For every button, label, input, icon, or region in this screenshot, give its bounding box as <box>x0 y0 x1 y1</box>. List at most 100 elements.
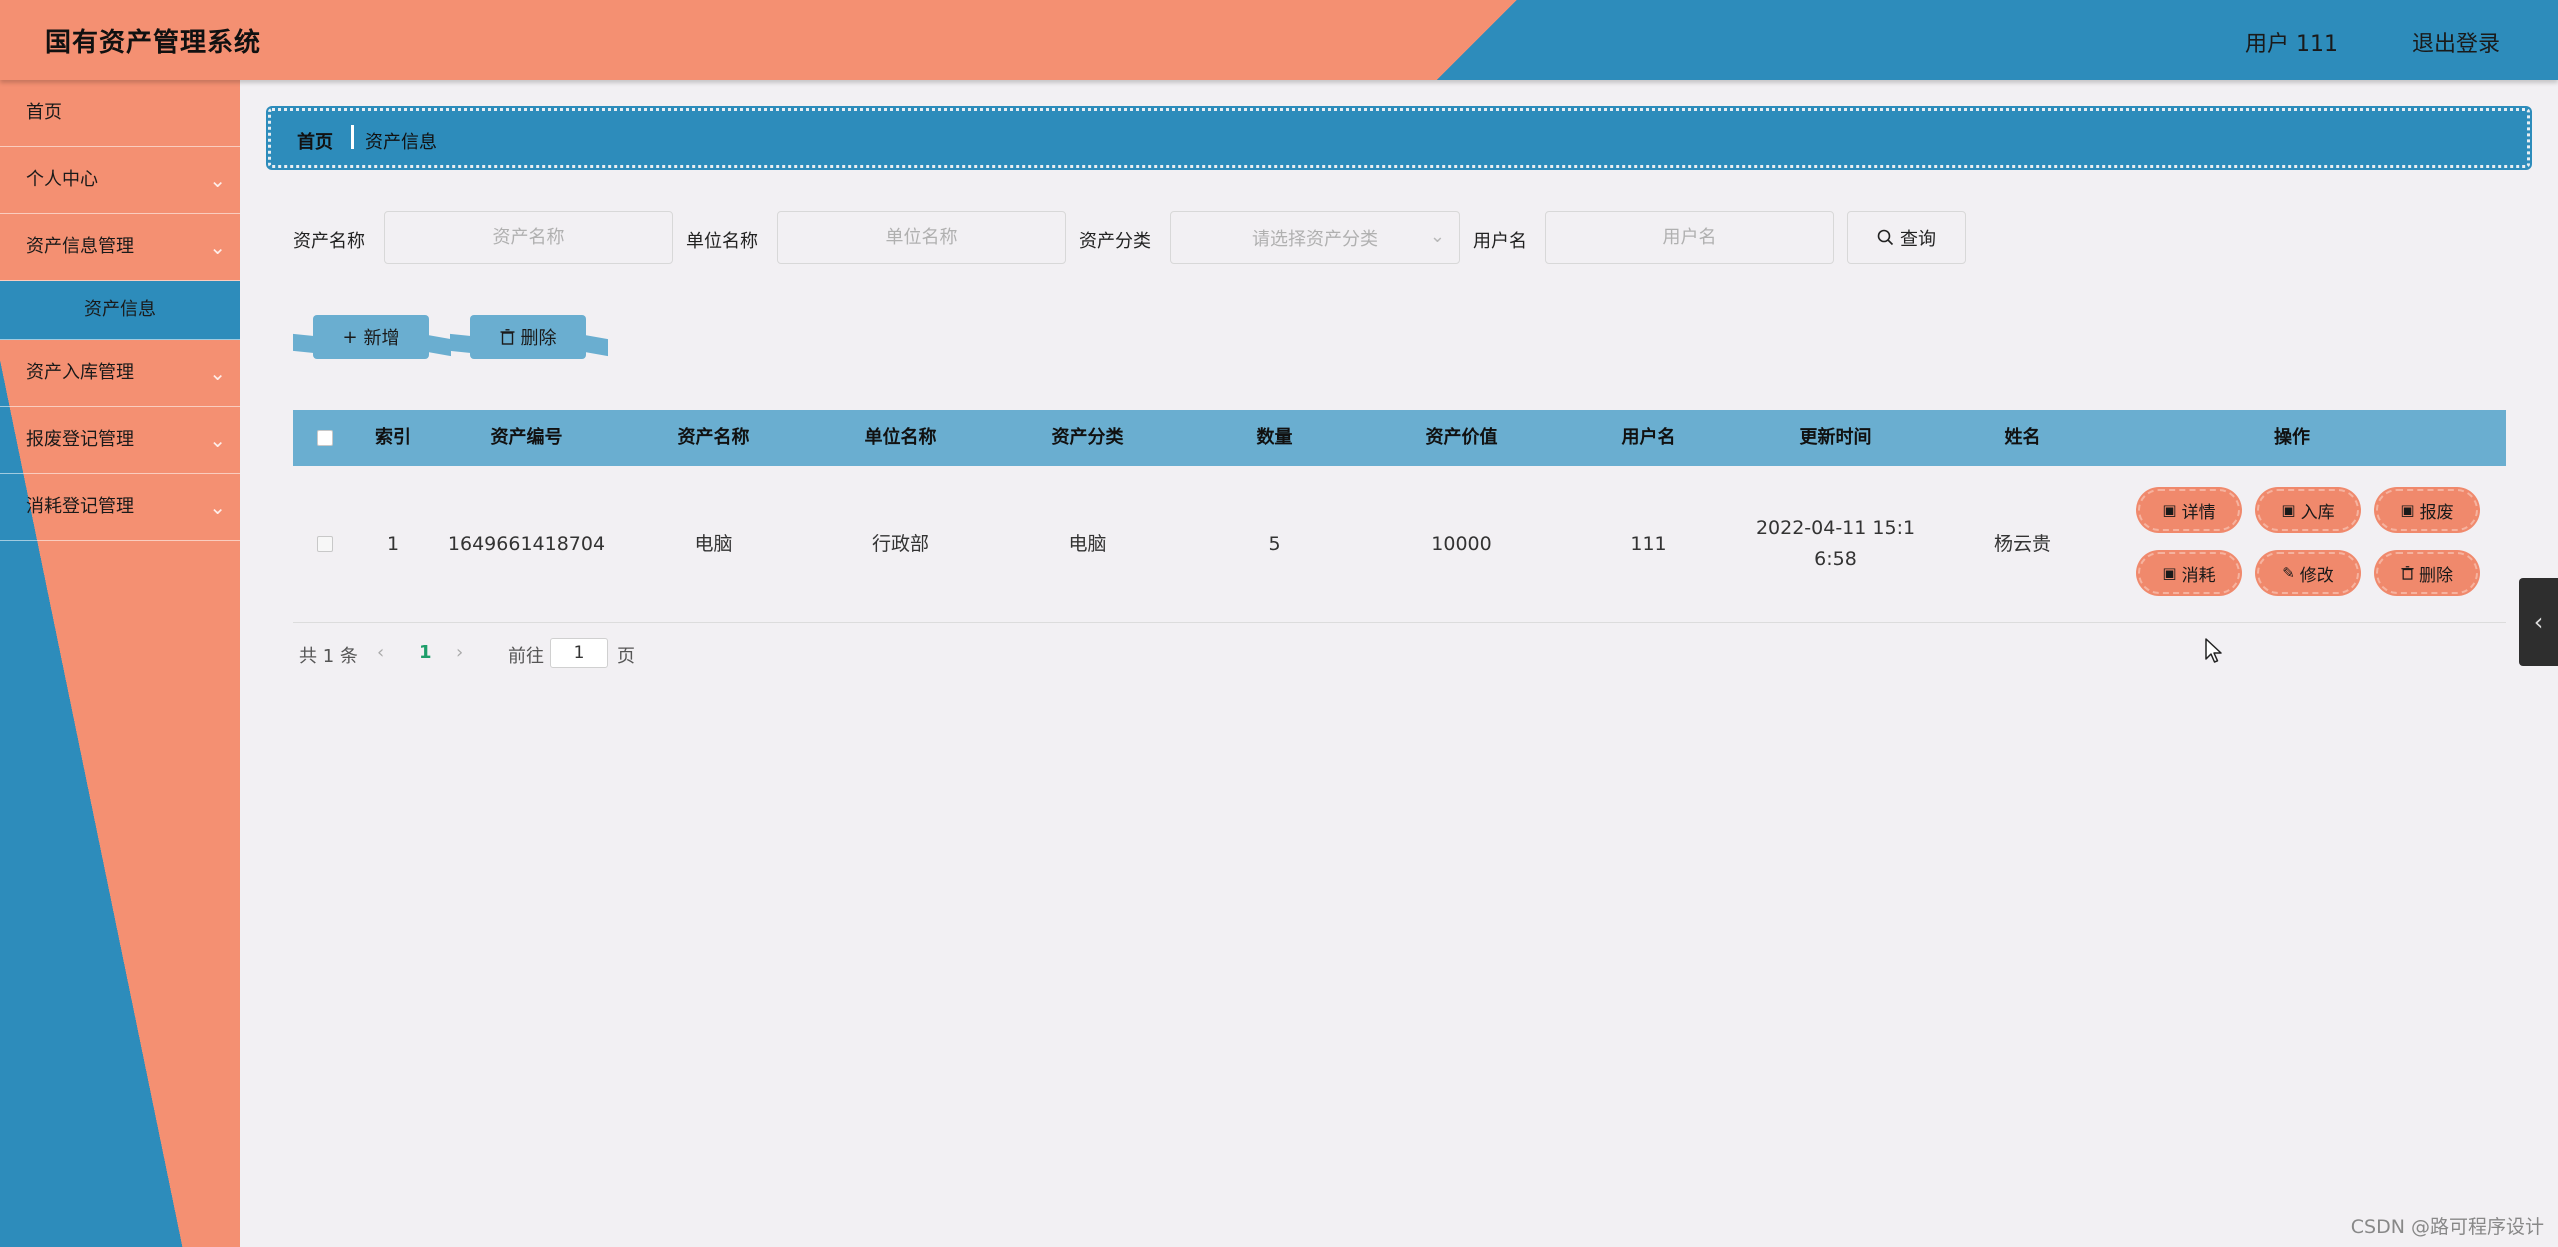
cell-username: 111 <box>1630 532 1667 555</box>
username-input[interactable] <box>1545 211 1834 264</box>
cell-name: 杨云贵 <box>1993 532 2051 555</box>
asset-table: 索引 资产编号 资产名称 单位名称 资产分类 数量 资产价值 用户名 更新时间 … <box>293 410 2506 623</box>
table-row: 1 1649661418704 电脑 行政部 电脑 5 10000 111 20… <box>293 466 2506 623</box>
cell-quantity: 5 <box>1268 532 1281 555</box>
next-page-icon[interactable]: › <box>456 642 463 663</box>
watermark: CSDN @路可程序设计 <box>2350 1216 2544 1238</box>
sidebar-item-label: 消耗登记管理 <box>26 496 134 517</box>
plus-icon: + <box>342 326 358 348</box>
column-header: 用户名 <box>1621 427 1676 448</box>
breadcrumb: 首页 资产信息 <box>268 108 2530 168</box>
batch-delete-button[interactable]: 删除 <box>470 315 586 359</box>
cell-index: 1 <box>386 532 400 555</box>
breadcrumb-home[interactable]: 首页 <box>297 128 333 154</box>
chevron-left-icon: ‹ <box>2533 608 2544 636</box>
scrap-button[interactable]: ▣ 报废 <box>2376 489 2478 531</box>
asset-name-label: 资产名称 <box>293 231 365 252</box>
column-header: 资产价值 <box>1425 427 1498 448</box>
consume-button-label: 消耗 <box>2181 565 2216 586</box>
current-user: 用户 111 <box>2245 32 2338 57</box>
query-button[interactable]: 查询 <box>1847 211 1966 264</box>
document-icon: ▣ <box>2281 501 2296 519</box>
chevron-down-icon: ⌄ <box>209 495 226 519</box>
trash-icon <box>2401 566 2414 580</box>
mouse-cursor-icon <box>2205 638 2222 663</box>
select-all-checkbox[interactable] <box>317 430 333 446</box>
cell-update-time: 2022-04-11 15:1 6:58 <box>1742 466 1929 622</box>
logout-link[interactable]: 退出登录 <box>2412 26 2500 58</box>
document-icon: ▣ <box>2162 501 2177 519</box>
collapse-panel-tab[interactable]: ‹ <box>2519 578 2558 666</box>
row-delete-button[interactable]: 删除 <box>2376 552 2478 594</box>
sidebar-item-home[interactable]: 首页 <box>0 80 240 147</box>
goto-label: 前往 <box>508 646 544 667</box>
update-time-line: 6:58 <box>1814 548 1857 570</box>
chevron-down-icon: ⌄ <box>209 168 226 192</box>
row-checkbox[interactable] <box>317 536 333 552</box>
document-icon: ▣ <box>2400 501 2415 519</box>
column-header: 数量 <box>1256 427 1293 448</box>
sidebar-item-asset-info-management[interactable]: 资产信息管理 ⌄ <box>0 214 240 281</box>
goto-page-input[interactable] <box>550 638 608 668</box>
chevron-down-icon: ⌄ <box>209 235 226 259</box>
row-delete-button-label: 删除 <box>2419 565 2453 586</box>
column-header: 资产名称 <box>677 427 750 448</box>
column-header: 操作 <box>2274 427 2310 448</box>
prev-page-icon[interactable]: ‹ <box>377 642 384 663</box>
query-button-label: 查询 <box>1900 228 1936 250</box>
cell-asset-name: 电脑 <box>694 532 733 555</box>
document-icon: ▣ <box>2162 564 2177 582</box>
breadcrumb-separator <box>351 125 354 149</box>
asset-name-input[interactable] <box>384 211 673 264</box>
asset-category-placeholder: 请选择资产分类 <box>1252 228 1378 250</box>
column-header: 索引 <box>375 427 411 448</box>
search-icon <box>1877 229 1894 246</box>
sidebar-item-consumption-registration[interactable]: 消耗登记管理 ⌄ <box>0 474 240 541</box>
app-title: 国有资产管理系统 <box>45 28 262 58</box>
page-suffix: 页 <box>617 646 635 667</box>
asset-category-label: 资产分类 <box>1079 231 1151 252</box>
detail-button-label: 详情 <box>2181 502 2216 523</box>
edit-button[interactable]: ✎ 修改 <box>2257 552 2359 594</box>
chevron-down-icon: ⌄ <box>209 361 226 385</box>
pencil-icon: ✎ <box>2282 564 2295 582</box>
sidebar-item-label: 个人中心 <box>26 169 98 190</box>
detail-button[interactable]: ▣ 详情 <box>2138 489 2240 531</box>
column-header: 资产分类 <box>1051 427 1124 448</box>
stock-in-button-label: 入库 <box>2300 502 2335 523</box>
sidebar: 首页 个人中心 ⌄ 资产信息管理 ⌄ 资产信息 资产入库管理 ⌄ 报废登记管理 … <box>0 80 240 1247</box>
sidebar-item-scrap-registration[interactable]: 报废登记管理 ⌄ <box>0 407 240 474</box>
scrap-button-label: 报废 <box>2419 502 2454 523</box>
update-time-line: 2022-04-11 15:1 <box>1755 517 1916 539</box>
sidebar-item-label: 资产入库管理 <box>26 362 134 383</box>
cell-asset-no: 1649661418704 <box>447 532 606 555</box>
delete-button-label: 删除 <box>520 328 557 349</box>
top-header: 国有资产管理系统 用户 111 退出登录 <box>0 0 2558 80</box>
column-header: 资产编号 <box>490 427 563 448</box>
edit-button-label: 修改 <box>2299 565 2334 586</box>
sidebar-item-label: 资产信息管理 <box>26 236 134 257</box>
column-header: 单位名称 <box>864 427 937 448</box>
sidebar-item-label: 资产信息 <box>84 299 156 320</box>
page-number-current[interactable]: 1 <box>419 642 432 663</box>
stock-in-button[interactable]: ▣ 入库 <box>2257 489 2359 531</box>
add-button-label: 新增 <box>363 328 400 349</box>
breadcrumb-current: 资产信息 <box>365 132 437 153</box>
add-button[interactable]: + 新增 <box>313 315 429 359</box>
sidebar-item-asset-stock-in-management[interactable]: 资产入库管理 ⌄ <box>0 340 240 407</box>
sidebar-item-label: 报废登记管理 <box>26 429 134 450</box>
cell-unit-name: 行政部 <box>871 532 929 555</box>
sidebar-item-personal-center[interactable]: 个人中心 ⌄ <box>0 147 240 214</box>
cell-value: 10000 <box>1431 532 1492 555</box>
asset-category-select[interactable]: 请选择资产分类 ⌄ <box>1170 211 1460 264</box>
pagination-total: 共 1 条 <box>299 646 358 667</box>
chevron-down-icon: ⌄ <box>209 428 226 452</box>
column-header: 更新时间 <box>1799 427 1872 448</box>
consume-button[interactable]: ▣ 消耗 <box>2138 552 2240 594</box>
chevron-down-icon: ⌄ <box>1429 226 1445 247</box>
table-header: 索引 资产编号 资产名称 单位名称 资产分类 数量 资产价值 用户名 更新时间 … <box>293 410 2506 466</box>
sidebar-item-label: 首页 <box>26 102 62 123</box>
cell-category: 电脑 <box>1068 532 1107 555</box>
sidebar-subitem-asset-info[interactable]: 资产信息 <box>0 281 240 340</box>
unit-name-input[interactable] <box>777 211 1066 264</box>
